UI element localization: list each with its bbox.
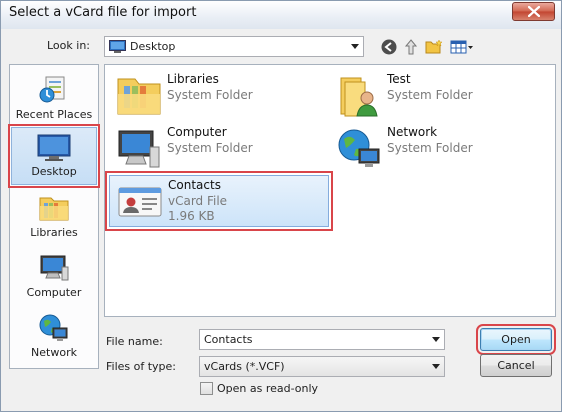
open-button-label: Open xyxy=(501,333,531,346)
chevron-down-icon[interactable] xyxy=(346,37,363,56)
network-icon xyxy=(38,309,70,343)
view-grid-icon xyxy=(450,40,473,54)
place-computer[interactable]: Computer xyxy=(10,249,98,307)
item-type: System Folder xyxy=(387,88,473,102)
open-button[interactable]: Open xyxy=(476,324,556,355)
place-libraries[interactable]: Libraries xyxy=(10,189,98,247)
list-item-contacts[interactable]: Contacts vCard File 1.96 KB xyxy=(105,171,333,231)
file-open-dialog: Select a vCard file for import Look in: … xyxy=(0,0,562,412)
cancel-button-label: Cancel xyxy=(497,359,535,372)
up-folder-button[interactable] xyxy=(401,37,421,57)
file-type-label: Files of type: xyxy=(106,360,177,373)
read-only-label: Open as read-only xyxy=(217,382,319,395)
chevron-down-icon[interactable] xyxy=(427,357,444,376)
item-type: vCard File xyxy=(168,194,228,208)
look-in-value: Desktop xyxy=(130,40,176,53)
list-item-libraries[interactable]: Libraries System Folder xyxy=(109,70,329,122)
file-type-dropdown[interactable]: vCards (*.VCF) xyxy=(199,356,445,377)
place-label: Network xyxy=(31,346,77,359)
file-type-value: vCards (*.VCF) xyxy=(204,360,285,373)
list-item-computer[interactable]: Computer System Folder xyxy=(109,123,329,175)
file-list: Libraries System Folder Test System Fold… xyxy=(104,64,556,317)
new-folder-icon xyxy=(425,39,443,54)
user-folder-icon xyxy=(333,70,385,122)
new-folder-button[interactable] xyxy=(424,37,444,57)
place-recent-places[interactable]: Recent Places xyxy=(10,71,98,129)
up-folder-icon xyxy=(404,39,418,55)
desktop-icon xyxy=(37,128,71,162)
desktop-icon xyxy=(109,40,126,56)
item-name: Libraries xyxy=(167,72,219,86)
place-label: Recent Places xyxy=(15,108,93,121)
libraries-folder-icon xyxy=(113,70,165,122)
network-icon xyxy=(333,123,385,175)
close-icon xyxy=(527,6,540,17)
place-label: Desktop xyxy=(31,165,77,178)
place-desktop[interactable]: Desktop xyxy=(8,124,100,188)
title-bar[interactable]: Select a vCard file for import xyxy=(1,1,561,29)
item-size: 1.96 KB xyxy=(168,209,215,223)
close-button[interactable] xyxy=(512,2,555,21)
computer-icon xyxy=(113,123,165,175)
item-type: System Folder xyxy=(167,141,253,155)
look-in-dropdown[interactable]: Desktop xyxy=(104,36,364,57)
item-type: System Folder xyxy=(167,88,253,102)
computer-icon xyxy=(38,249,70,283)
read-only-checkbox[interactable] xyxy=(200,382,213,395)
chevron-down-icon[interactable] xyxy=(427,330,444,349)
file-name-label: File name: xyxy=(106,335,163,348)
place-label: Computer xyxy=(26,286,82,299)
vcard-icon xyxy=(114,176,166,228)
look-in-label: Look in: xyxy=(47,39,90,52)
view-menu-button[interactable] xyxy=(449,37,475,57)
item-type: System Folder xyxy=(387,141,473,155)
file-name-value: Contacts xyxy=(204,333,253,346)
item-name: Computer xyxy=(167,125,227,139)
place-label: Libraries xyxy=(30,226,78,239)
recent-places-icon xyxy=(38,71,70,105)
place-network[interactable]: Network xyxy=(10,309,98,367)
window-title: Select a vCard file for import xyxy=(9,5,197,20)
back-button[interactable] xyxy=(379,37,399,57)
list-item-network[interactable]: Network System Folder xyxy=(329,123,549,175)
item-name: Network xyxy=(387,125,438,139)
file-name-input[interactable]: Contacts xyxy=(199,329,445,350)
back-arrow-icon xyxy=(381,39,397,55)
places-bar: Recent Places Desktop Libraries Computer… xyxy=(8,64,100,369)
item-name: Test xyxy=(387,72,411,86)
libraries-icon xyxy=(38,189,70,223)
list-item-test[interactable]: Test System Folder xyxy=(329,70,549,122)
cancel-button[interactable]: Cancel xyxy=(480,354,552,377)
item-name: Contacts xyxy=(168,178,221,192)
